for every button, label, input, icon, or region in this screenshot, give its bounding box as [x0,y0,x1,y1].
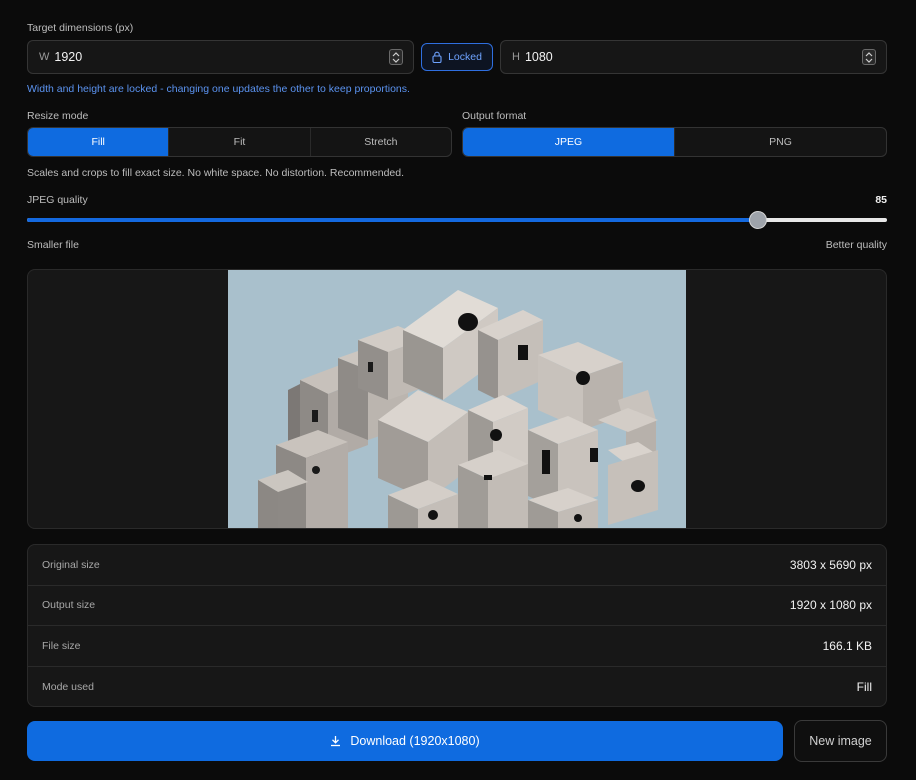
lock-toggle-button[interactable]: Locked [421,43,493,71]
format-jpeg[interactable]: JPEG [463,128,675,156]
lock-icon [432,51,442,63]
output-format-selector: JPEG PNG [462,127,887,157]
info-value: 1920 x 1080 px [789,598,872,613]
resize-mode-fill[interactable]: Fill [28,128,170,156]
info-row-mode-used: Mode used Fill [28,667,886,707]
chevron-down-icon[interactable] [865,58,873,63]
quality-value: 85 [875,194,887,206]
info-key: Output size [42,599,96,612]
resize-mode-description: Scales and crops to fill exact size. No … [27,167,405,179]
info-key: Original size [42,558,100,571]
info-row-original-size: Original size 3803 x 5690 px [28,545,886,586]
height-stepper[interactable] [862,49,876,65]
height-value[interactable]: 1080 [525,50,862,64]
slider-thumb[interactable] [749,211,767,229]
width-field[interactable]: W 1920 [27,40,414,74]
preview-image [228,270,686,528]
new-image-button[interactable]: New image [794,720,887,762]
info-value: 166.1 KB [822,638,872,653]
lock-label: Locked [448,51,482,63]
resize-mode-label: Resize mode [27,110,89,122]
chevron-up-icon[interactable] [392,51,400,57]
quality-slider[interactable] [27,211,887,229]
width-stepper[interactable] [389,49,403,65]
lock-hint: Width and height are locked - changing o… [27,83,410,95]
quality-label: JPEG quality [27,194,88,206]
image-preview [27,269,887,529]
chevron-down-icon[interactable] [392,58,400,63]
chevron-up-icon[interactable] [865,51,873,57]
info-row-output-size: Output size 1920 x 1080 px [28,586,886,626]
dimensions-label: Target dimensions (px) [27,22,134,34]
height-prefix: H [512,51,520,63]
info-value: Fill [856,679,872,694]
format-png[interactable]: PNG [675,128,886,156]
width-prefix: W [39,51,50,63]
resize-mode-selector: Fill Fit Stretch [27,127,452,157]
info-row-file-size: File size 166.1 KB [28,626,886,667]
info-key: Mode used [42,680,94,693]
slider-fill [27,218,758,222]
info-key: File size [42,639,81,652]
quality-min-label: Smaller file [27,239,79,251]
resize-mode-fit[interactable]: Fit [169,128,311,156]
resize-mode-stretch[interactable]: Stretch [311,128,451,156]
output-format-label: Output format [462,110,527,122]
download-button[interactable]: Download (1920x1080) [27,721,783,761]
download-label: Download (1920x1080) [350,734,480,748]
width-value[interactable]: 1920 [54,50,389,64]
download-icon [331,736,341,747]
quality-max-label: Better quality [825,239,887,251]
height-field[interactable]: H 1080 [500,40,887,74]
info-value: 3803 x 5690 px [789,557,872,572]
info-table: Original size 3803 x 5690 px Output size… [27,544,887,707]
